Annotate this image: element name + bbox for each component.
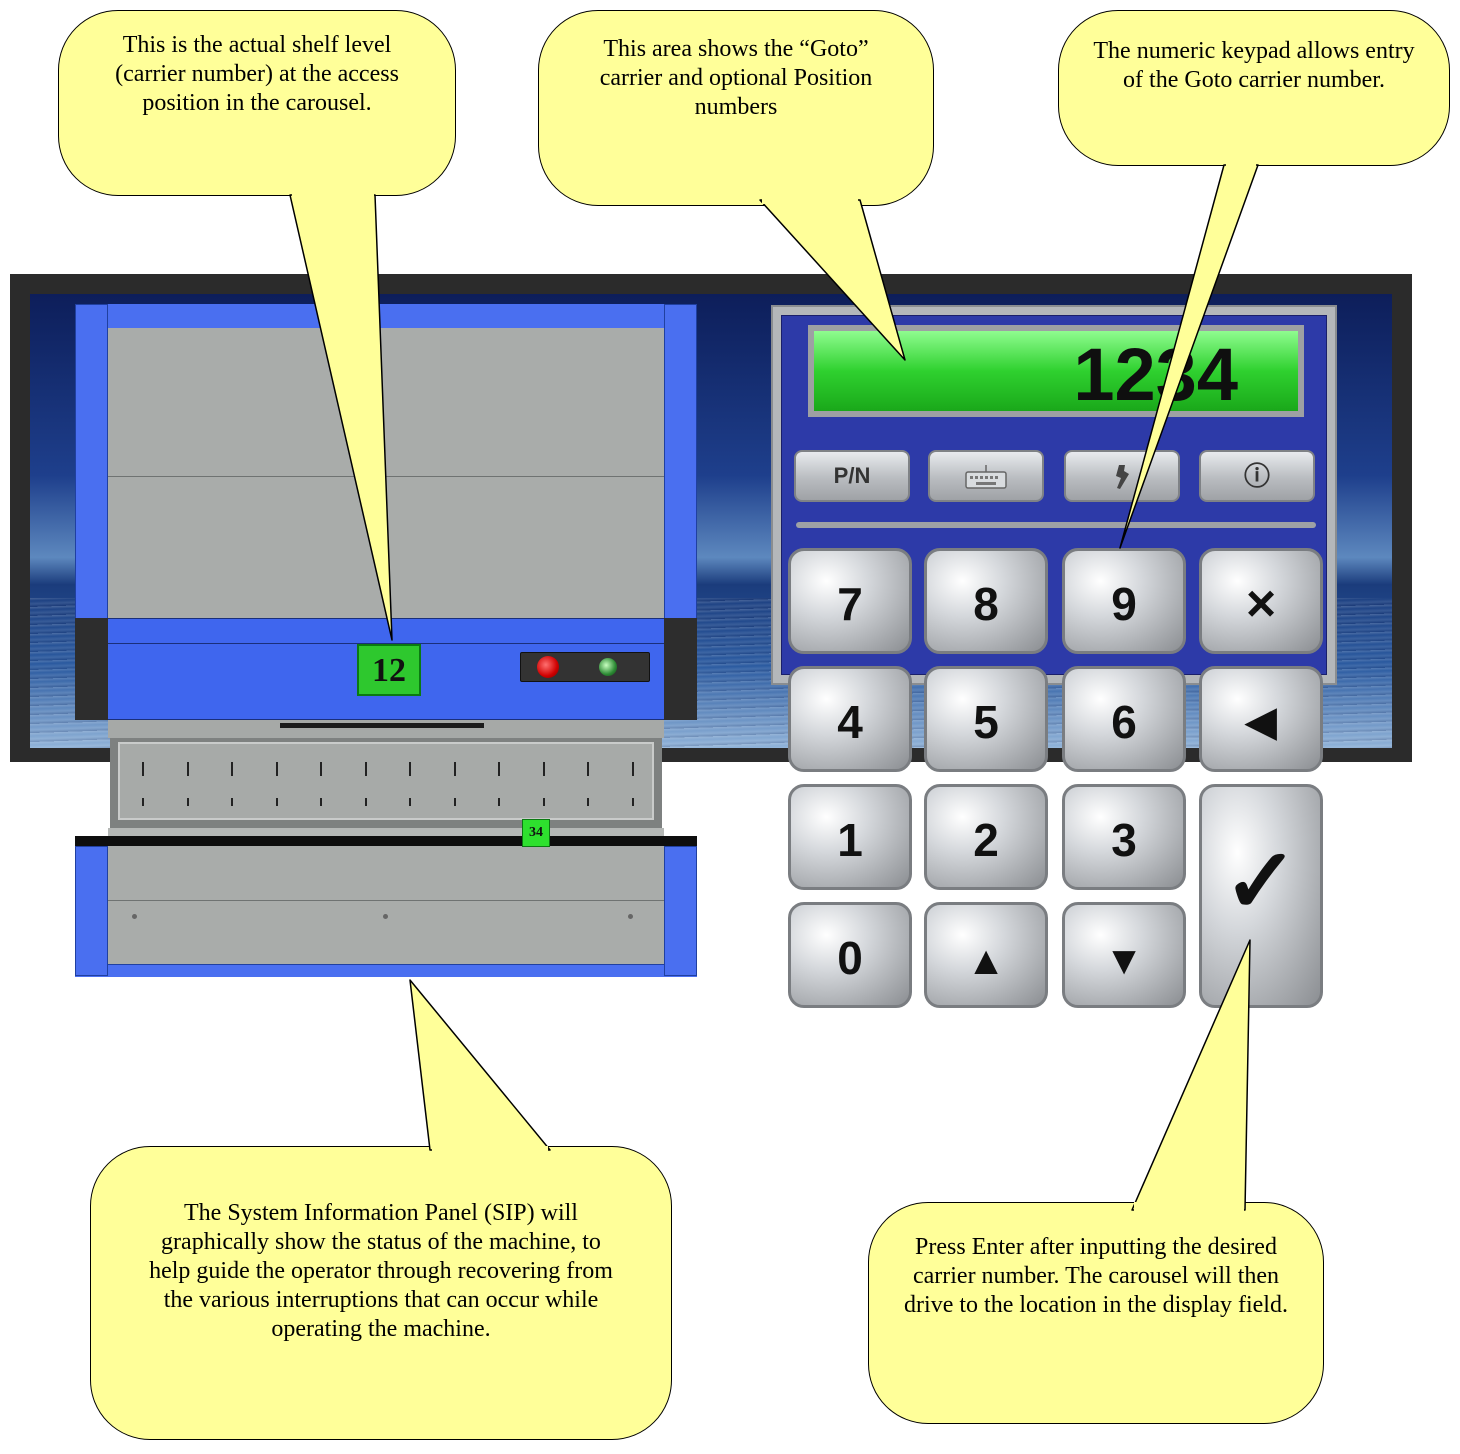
tray-divider-tick [587, 762, 589, 776]
keyboard-button[interactable] [928, 450, 1044, 502]
callout-keypad: The numeric keypad allows entry of the G… [1058, 10, 1450, 166]
tray-divider-tick [364, 762, 367, 776]
function-separator [796, 522, 1316, 528]
part-number-label: P/N [833, 463, 871, 488]
backspace-icon: ◀ [1245, 700, 1277, 744]
tray-divider-tick [453, 798, 456, 806]
carrier-divider [108, 476, 664, 477]
part-number-button[interactable]: P/N [794, 450, 910, 502]
lower-carrier-area [108, 846, 664, 964]
system-information-panel: 12 34 [75, 304, 697, 977]
tray-divider-tick [631, 798, 634, 806]
goto-display-value: 1234 [1073, 333, 1238, 416]
keyboard-icon [965, 465, 1007, 489]
tray-divider-tick [498, 798, 500, 806]
tray-divider-tick [142, 762, 144, 776]
tray-divider-tick [453, 762, 456, 776]
sip-top-bar [108, 304, 664, 329]
tray-divider-tick [542, 762, 545, 776]
settings-icon [1116, 465, 1129, 489]
callout-tail-sip [409, 979, 551, 1151]
key-1[interactable]: 1 [788, 784, 912, 890]
tray-divider-tick [142, 798, 144, 806]
key-2[interactable]: 2 [924, 784, 1048, 890]
goto-display: 1234 [808, 325, 1304, 417]
screw-dot [628, 914, 633, 919]
close-icon: × [1245, 575, 1277, 633]
tray-divider-tick [275, 798, 278, 806]
tray-divider-tick [186, 762, 189, 776]
arrow-down-icon: ▼ [1104, 939, 1144, 983]
ready-light-icon [599, 658, 617, 676]
arrow-up-icon: ▲ [966, 939, 1006, 983]
left-post [75, 304, 108, 664]
band-left [75, 618, 108, 720]
backspace-button[interactable]: ◀ [1199, 666, 1323, 772]
band-right [664, 618, 697, 720]
tray-divider-tick [587, 798, 589, 806]
callout-goto-area: This area shows the “Goto” carrier and o… [538, 10, 934, 206]
carrier-number-display: 12 [357, 644, 421, 696]
key-7[interactable]: 7 [788, 548, 912, 654]
tray-divider-tick [320, 798, 322, 806]
tray-dividers [118, 742, 654, 820]
upper-carrier-area [108, 328, 664, 618]
tray-divider-tick [231, 762, 233, 776]
tray-divider-tick [498, 762, 500, 776]
position-number-badge: 34 [522, 819, 550, 847]
screw-dot [383, 914, 388, 919]
screw-dot [132, 914, 137, 919]
enter-button[interactable]: ✓ [1199, 784, 1323, 1008]
settings-button[interactable] [1064, 450, 1180, 502]
carrier-tray [110, 738, 662, 828]
tray-divider-tick [364, 798, 367, 806]
tray-divider-tick [409, 798, 411, 806]
clear-button[interactable]: × [1199, 548, 1323, 654]
tray-top [108, 720, 664, 738]
tray-divider-tick [409, 762, 411, 776]
callout-sip: The System Information Panel (SIP) will … [90, 1146, 672, 1440]
key-9[interactable]: 9 [1062, 548, 1186, 654]
sip-bottom-bar [75, 964, 697, 977]
key-0[interactable]: 0 [788, 902, 912, 1008]
info-icon: ⓘ [1243, 461, 1270, 491]
key-6[interactable]: 6 [1062, 666, 1186, 772]
status-lights [520, 652, 650, 682]
tray-divider-tick [631, 762, 634, 776]
callout-enter: Press Enter after inputting the desired … [868, 1202, 1324, 1424]
key-5[interactable]: 5 [924, 666, 1048, 772]
up-button[interactable]: ▲ [924, 902, 1048, 1008]
access-rail [75, 836, 697, 846]
tray-handle [280, 723, 484, 728]
left-post-lower [75, 846, 108, 976]
tray-divider-tick [186, 798, 189, 806]
key-3[interactable]: 3 [1062, 784, 1186, 890]
callout-shelf-level: This is the actual shelf level (carrier … [58, 10, 456, 196]
tray-divider-tick [320, 762, 322, 776]
key-4[interactable]: 4 [788, 666, 912, 772]
down-button[interactable]: ▼ [1062, 902, 1186, 1008]
right-post [664, 304, 697, 664]
tray-divider-tick [542, 798, 545, 806]
checkmark-icon: ✓ [1223, 832, 1299, 932]
info-button[interactable]: ⓘ [1199, 450, 1315, 502]
stop-light-icon [537, 656, 559, 678]
tray-divider-tick [231, 798, 233, 806]
right-post-lower [664, 846, 697, 976]
key-8[interactable]: 8 [924, 548, 1048, 654]
tray-divider-tick [275, 762, 278, 776]
